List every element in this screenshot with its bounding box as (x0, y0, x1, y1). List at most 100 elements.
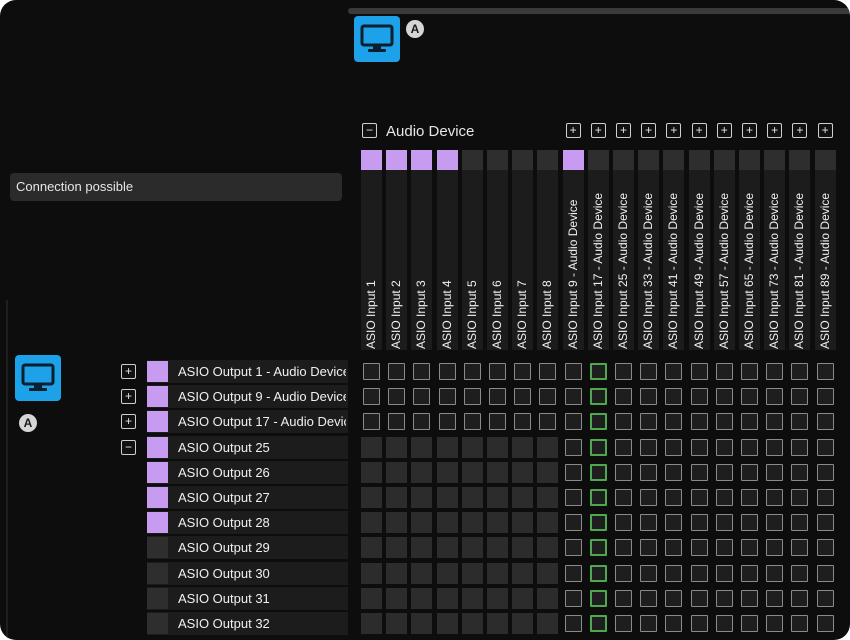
expand-row-button[interactable]: + (121, 414, 136, 430)
connection-cell[interactable] (741, 539, 758, 557)
row-color-swatch[interactable] (147, 512, 168, 534)
connection-cell[interactable] (388, 413, 406, 431)
connection-cell[interactable] (690, 489, 708, 506)
connection-cell[interactable] (791, 539, 809, 557)
connection-cell[interactable] (388, 363, 406, 380)
connection-cell[interactable] (564, 463, 582, 481)
connection-cell[interactable] (741, 438, 758, 456)
expand-column-button[interactable]: + (716, 123, 732, 138)
connection-cell[interactable] (615, 514, 632, 532)
connection-cell[interactable] (791, 589, 809, 607)
connection-cell-possible[interactable] (589, 615, 607, 632)
connection-cell[interactable] (816, 413, 834, 431)
connection-cell[interactable] (715, 539, 733, 557)
connection-cell[interactable] (640, 363, 658, 380)
connection-cell[interactable] (741, 463, 758, 481)
connection-cell[interactable] (665, 489, 683, 506)
connection-cell[interactable] (690, 438, 708, 456)
connection-cell[interactable] (816, 438, 834, 456)
connection-cell[interactable] (665, 463, 683, 481)
connection-cell[interactable] (816, 463, 834, 481)
expand-column-button[interactable]: + (565, 123, 581, 138)
connection-cell[interactable] (413, 388, 431, 406)
connection-cell[interactable] (640, 463, 658, 481)
row-color-swatch[interactable] (147, 436, 168, 458)
connection-cell[interactable] (413, 413, 431, 431)
connection-cell[interactable] (564, 438, 582, 456)
connection-cell[interactable] (564, 489, 582, 506)
expand-column-button[interactable]: + (641, 123, 657, 138)
connection-cell[interactable] (665, 564, 683, 582)
connection-cell[interactable] (665, 514, 683, 532)
connection-cell-possible[interactable] (589, 388, 607, 406)
connection-cell[interactable] (766, 539, 784, 557)
column-color-swatch[interactable] (739, 150, 760, 170)
connection-cell[interactable] (816, 363, 834, 380)
connection-cell[interactable] (741, 363, 758, 380)
connection-cell[interactable] (640, 564, 658, 582)
connection-cell[interactable] (715, 438, 733, 456)
connection-cell[interactable] (715, 514, 733, 532)
top-scroll-strip[interactable] (348, 8, 850, 14)
connection-cell[interactable] (741, 615, 758, 632)
connection-cell[interactable] (766, 413, 784, 431)
connection-cell[interactable] (564, 363, 582, 380)
connection-cell[interactable] (514, 388, 532, 406)
connection-cell[interactable] (791, 514, 809, 532)
expand-row-button[interactable]: + (121, 364, 136, 379)
connection-cell[interactable] (741, 413, 758, 431)
expand-row-button[interactable]: + (121, 389, 136, 405)
connection-cell[interactable] (564, 413, 582, 431)
connection-cell[interactable] (766, 564, 784, 582)
connection-cell[interactable] (615, 413, 632, 431)
column-color-swatch[interactable] (587, 150, 609, 170)
collapse-device-button[interactable]: − (362, 123, 377, 138)
connection-cell-possible[interactable] (589, 489, 607, 506)
connection-cell[interactable] (766, 589, 784, 607)
connection-cell[interactable] (690, 539, 708, 557)
connection-cell-possible[interactable] (589, 413, 607, 431)
connection-cell-possible[interactable] (589, 463, 607, 481)
column-color-swatch[interactable] (789, 150, 811, 170)
connection-cell[interactable] (564, 388, 582, 406)
connection-cell[interactable] (715, 413, 733, 431)
connection-cell[interactable] (741, 514, 758, 532)
connection-cell[interactable] (564, 564, 582, 582)
source-device-button[interactable] (15, 355, 61, 401)
connection-cell[interactable] (766, 463, 784, 481)
connection-cell[interactable] (791, 388, 809, 406)
connection-cell[interactable] (766, 438, 784, 456)
column-color-swatch[interactable] (814, 150, 836, 170)
connection-cell[interactable] (489, 413, 506, 431)
connection-cell[interactable] (489, 363, 506, 380)
row-color-swatch[interactable] (147, 487, 168, 508)
connection-cell[interactable] (791, 438, 809, 456)
destination-device-button[interactable] (354, 16, 400, 62)
connection-cell-possible[interactable] (589, 514, 607, 532)
connection-cell[interactable] (615, 363, 632, 380)
connection-cell[interactable] (665, 438, 683, 456)
column-color-swatch[interactable] (461, 150, 483, 170)
connection-cell[interactable] (640, 589, 658, 607)
column-color-swatch[interactable] (663, 150, 685, 170)
connection-cell[interactable] (615, 564, 632, 582)
connection-cell[interactable] (640, 489, 658, 506)
connection-cell[interactable] (539, 413, 557, 431)
connection-cell[interactable] (413, 363, 431, 380)
connection-cell[interactable] (363, 388, 380, 406)
row-color-swatch[interactable] (147, 587, 168, 609)
connection-cell-possible[interactable] (589, 438, 607, 456)
connection-cell[interactable] (665, 615, 683, 632)
connection-cell[interactable] (564, 539, 582, 557)
connection-cell[interactable] (715, 363, 733, 380)
connection-cell-possible[interactable] (589, 564, 607, 582)
connection-cell[interactable] (388, 388, 406, 406)
connection-cell[interactable] (715, 564, 733, 582)
expand-column-button[interactable]: + (792, 123, 808, 138)
column-color-swatch[interactable] (764, 150, 786, 170)
connection-cell[interactable] (690, 413, 708, 431)
connection-cell[interactable] (438, 363, 456, 380)
column-color-swatch[interactable] (537, 150, 559, 170)
connection-cell[interactable] (791, 615, 809, 632)
connection-cell[interactable] (816, 514, 834, 532)
